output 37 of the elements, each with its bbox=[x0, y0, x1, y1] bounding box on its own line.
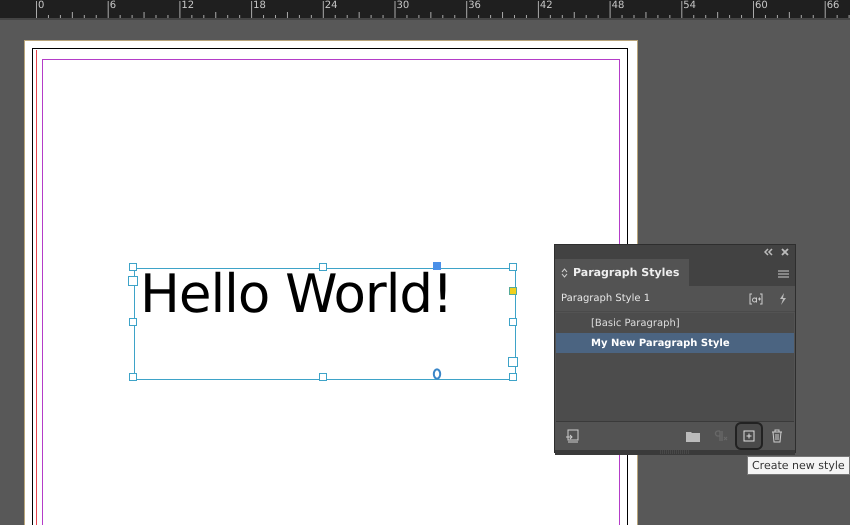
ruler-label: 36 bbox=[468, 0, 481, 12]
resize-handle[interactable] bbox=[509, 263, 517, 271]
ruler-label: 60 bbox=[755, 0, 768, 12]
panel-menu-icon bbox=[778, 270, 789, 278]
ruler-label: 30 bbox=[396, 0, 410, 12]
resize-handle[interactable] bbox=[509, 287, 517, 295]
ruler-label: 42 bbox=[540, 0, 553, 12]
resize-handle[interactable] bbox=[319, 373, 327, 381]
lightning-icon bbox=[777, 292, 787, 306]
panel-tab[interactable]: Paragraph Styles bbox=[555, 259, 690, 286]
collapse-icon bbox=[764, 248, 773, 256]
resize-handle[interactable] bbox=[509, 318, 517, 326]
close-icon bbox=[781, 248, 789, 256]
ruler-label: 18 bbox=[253, 0, 266, 12]
ruler-label: 12 bbox=[181, 0, 194, 12]
resize-handle[interactable] bbox=[319, 263, 327, 271]
resize-handle[interactable] bbox=[129, 318, 137, 326]
current-style-label: Paragraph Style 1 bbox=[561, 293, 652, 304]
resize-handle[interactable] bbox=[433, 262, 441, 270]
ruler-label: 24 bbox=[324, 0, 338, 12]
ruler-label: 0 bbox=[38, 0, 44, 12]
create-style-button[interactable] bbox=[737, 424, 761, 448]
load-icon bbox=[565, 428, 581, 444]
new-style-icon bbox=[741, 428, 757, 444]
updown-icon bbox=[561, 268, 568, 278]
trash-icon bbox=[769, 428, 785, 444]
frame-text: Hello World! bbox=[140, 270, 452, 320]
text-threading-icon[interactable] bbox=[432, 368, 442, 380]
style-list-item[interactable]: [Basic Paragraph] bbox=[556, 313, 794, 333]
style-override-icon bbox=[749, 292, 765, 306]
ruler-label: 66 bbox=[826, 0, 840, 12]
ruler-label: 54 bbox=[683, 0, 696, 12]
tooltip: Create new style bbox=[747, 456, 850, 475]
ruler-label: 48 bbox=[612, 0, 624, 12]
ruler-label: 6 bbox=[110, 0, 116, 12]
resize-handle[interactable] bbox=[129, 373, 137, 381]
style-list-item[interactable]: My New Paragraph Style bbox=[556, 333, 794, 353]
